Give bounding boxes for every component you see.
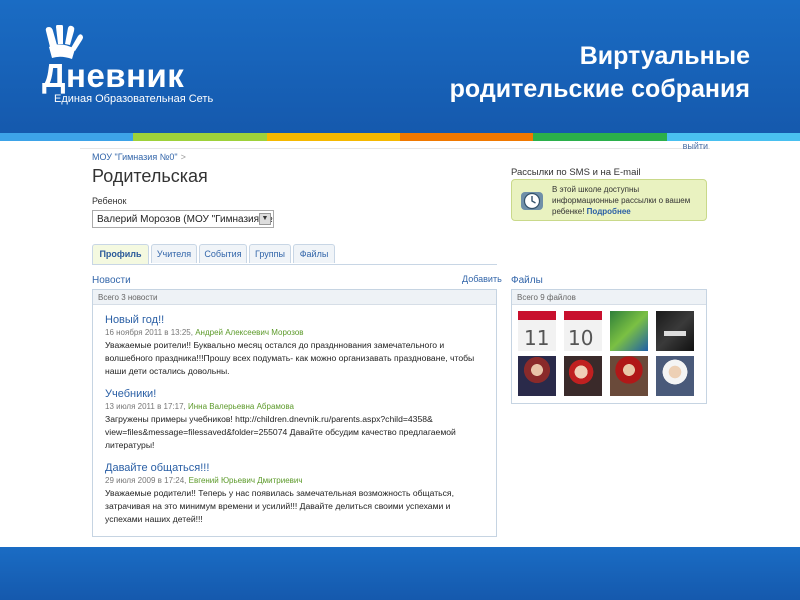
page-title: Родительская [92, 166, 208, 186]
news-item-title[interactable]: Давайте общаться!!! [105, 462, 490, 474]
news-item-text: Загружены примеры учебников! http://chil… [105, 414, 456, 450]
sms-info-text: В этой школе доступны информационные рас… [552, 184, 702, 217]
news-heading[interactable]: Новости [92, 275, 131, 286]
book-icon: 11 [524, 326, 549, 350]
book-icon [664, 331, 686, 336]
parent-page-screenshot: выйти МОУ "Гимназия №0" > Родительская Ре… [80, 141, 720, 547]
files-heading[interactable]: Файлы [511, 275, 543, 286]
news-item-meta: 29 июля 2009 в 17:24, Евгений Юрьевич Дм… [105, 476, 490, 485]
tab-profile[interactable]: Профиль [92, 244, 149, 264]
file-thumb-photo[interactable] [518, 356, 556, 396]
slide-header: Дневник Единая Образовательная Сеть Вирт… [0, 0, 800, 133]
file-thumb-photo[interactable] [610, 356, 648, 396]
breadcrumb: МОУ "Гимназия №0" > [92, 152, 186, 162]
file-thumb-book-cover[interactable]: 10 [564, 311, 602, 351]
news-item: Новый год!! 16 ноября 2011 в 13:25, Андр… [105, 314, 490, 378]
news-item-text: Уважаемые родители!! Теперь у нас появил… [105, 488, 454, 524]
news-item: Давайте общаться!!! 29 июля 2009 в 17:24… [105, 462, 490, 526]
breadcrumb-separator: > [180, 152, 186, 162]
slide-footer [0, 547, 800, 600]
news-item-meta: 13 июля 2011 в 17:17, Инна Валерьевна Аб… [105, 402, 490, 411]
files-panel: Всего 9 файлов 11 10 [511, 289, 707, 404]
svg-text:10: 10 [568, 326, 593, 350]
news-item-date: 13 июля 2011 в 17:17, [105, 402, 186, 411]
sms-heading: Рассылки по SMS и на E-mail [511, 167, 641, 178]
file-thumb-book-cover[interactable] [656, 311, 694, 351]
news-panel: Всего 3 новости Новый год!! 16 ноября 20… [92, 289, 497, 537]
top-divider [80, 148, 710, 149]
file-thumb-book-cover[interactable]: 11 [518, 311, 556, 351]
tab-groups[interactable]: Группы [249, 244, 291, 263]
news-item-text: Уважаемые роители!! Буквально месяц оста… [105, 340, 475, 376]
profile-tabs: Профиль Учителя События Группы Файлы [92, 244, 497, 265]
child-select-value: Валерий Морозов (МОУ "Гимназия №0") [97, 214, 274, 225]
chevron-down-icon[interactable]: ▼ [259, 213, 271, 225]
news-add-link[interactable]: Добавить [462, 274, 502, 284]
book-icon: 10 [568, 326, 593, 350]
tab-events[interactable]: События [199, 244, 247, 263]
file-thumb-photo[interactable] [564, 356, 602, 396]
news-item-meta: 16 ноября 2011 в 13:25, Андрей Алексееви… [105, 328, 490, 337]
news-item-date: 16 ноября 2011 в 13:25, [105, 328, 193, 337]
news-total: Всего 3 новости [93, 290, 496, 305]
color-stripe [0, 133, 800, 141]
sms-info-box: В этой школе доступны информационные рас… [511, 179, 707, 221]
file-thumb-book-cover[interactable] [610, 311, 648, 351]
news-item-date: 29 июля 2009 в 17:24, [105, 476, 187, 485]
files-total: Всего 9 файлов [512, 290, 706, 305]
news-item-author[interactable]: Евгений Юрьевич Дмитриевич [189, 476, 303, 485]
logout-link[interactable]: выйти [683, 141, 708, 151]
child-label: Ребенок [92, 196, 127, 206]
child-select[interactable]: Валерий Морозов (МОУ "Гимназия №0") ▼ [92, 210, 274, 228]
dnevnik-logo: Дневник Единая Образовательная Сеть [42, 25, 214, 105]
slide-title-line2: родительские собрания [449, 75, 750, 103]
file-thumb-photo[interactable] [656, 356, 694, 396]
tab-files[interactable]: Файлы [293, 244, 335, 263]
sms-more-link[interactable]: Подробнее [587, 207, 631, 216]
clock-icon [521, 192, 543, 210]
news-item-title[interactable]: Учебники! [105, 388, 490, 400]
news-item-author[interactable]: Андрей Алексеевич Морозов [195, 328, 303, 337]
logo-name: Дневник [42, 57, 185, 94]
slide-title-line1: Виртуальные [579, 42, 750, 70]
news-item-title[interactable]: Новый год!! [105, 314, 490, 326]
svg-text:11: 11 [524, 326, 549, 350]
news-item: Учебники! 13 июля 2011 в 17:17, Инна Вал… [105, 388, 490, 452]
tab-teachers[interactable]: Учителя [151, 244, 197, 263]
slide-title: Виртуальные родительские собрания [390, 40, 750, 106]
breadcrumb-school-link[interactable]: МОУ "Гимназия №0" [92, 152, 178, 162]
news-item-author[interactable]: Инна Валерьевна Абрамова [188, 402, 294, 411]
logo-subtitle: Единая Образовательная Сеть [54, 93, 214, 105]
